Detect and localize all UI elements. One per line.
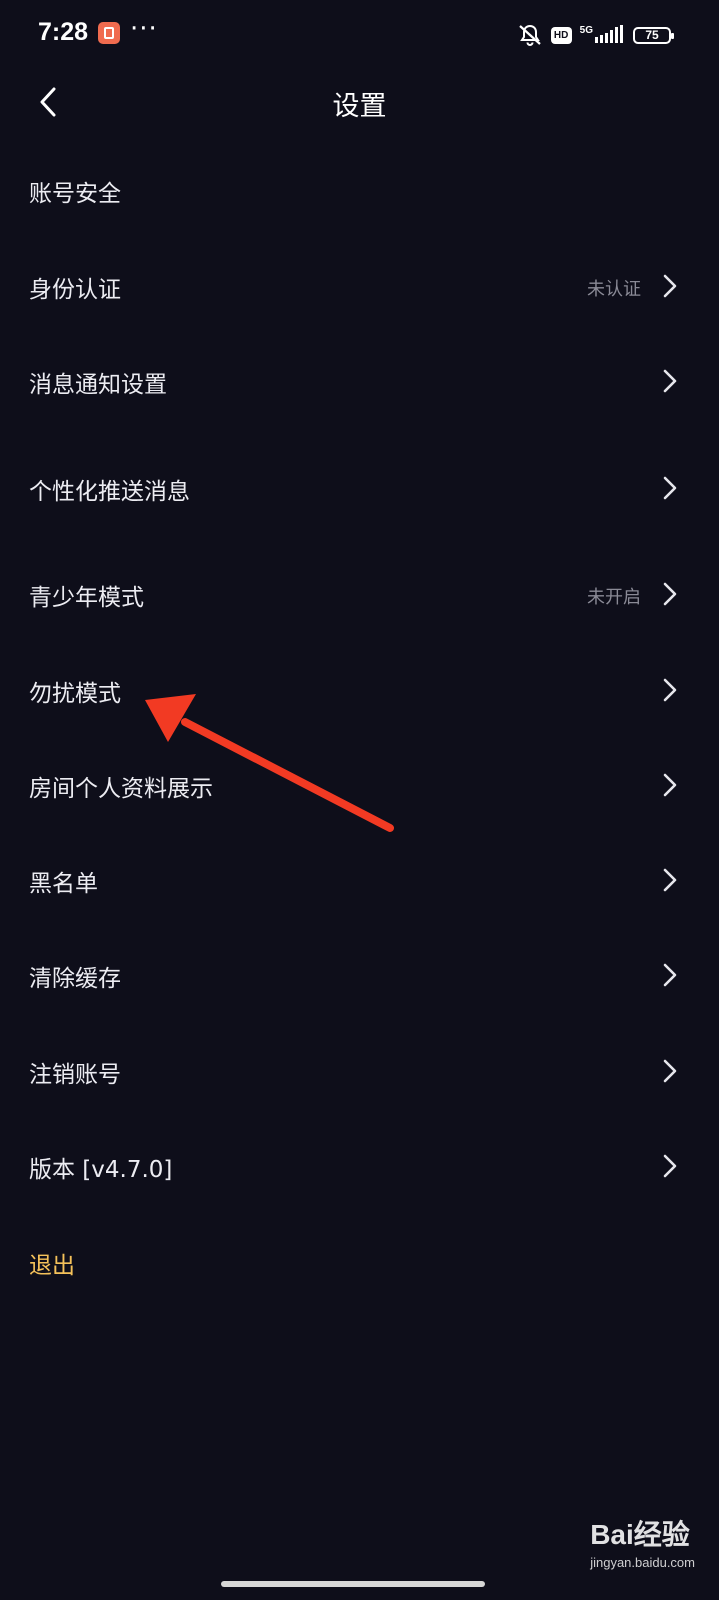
watermark: Bai经验 jingyan.baidu.com xyxy=(590,1513,695,1570)
top-bar: 设置 xyxy=(0,70,719,134)
signal-strength-icon xyxy=(595,25,625,45)
bell-off-icon xyxy=(517,23,543,47)
settings-item-label: 勿扰模式 xyxy=(29,681,121,707)
settings-item-teen-mode[interactable]: 青少年模式 未开启 xyxy=(0,564,719,624)
settings-item-label: 身份认证 xyxy=(29,277,121,303)
settings-item-personalized-push[interactable]: 个性化推送消息 xyxy=(0,458,719,518)
settings-item-room-profile-display[interactable]: 房间个人资料展示 xyxy=(0,755,719,815)
app-notification-icon xyxy=(98,22,120,44)
chevron-right-icon xyxy=(663,582,677,606)
chevron-right-icon xyxy=(663,963,677,987)
settings-item-label: 黑名单 xyxy=(29,871,98,897)
settings-item-label: 版本 [v4.7.0] xyxy=(29,1157,173,1183)
logout-button[interactable]: 退出 xyxy=(0,1232,719,1292)
settings-item-label: 青少年模式 xyxy=(29,585,144,611)
hd-voice-icon: HD xyxy=(550,26,572,44)
settings-item-label: 账号安全 xyxy=(29,181,121,207)
chevron-right-icon xyxy=(663,274,677,298)
settings-item-label: 清除缓存 xyxy=(29,966,121,992)
page-title: 设置 xyxy=(332,91,387,122)
settings-item-identity-verification[interactable]: 身份认证 未认证 xyxy=(0,256,719,316)
chevron-right-icon xyxy=(663,1154,677,1178)
network-type-label: 5G xyxy=(579,24,593,36)
chevron-right-icon xyxy=(663,369,677,393)
settings-item-account-security[interactable]: 账号安全 xyxy=(0,160,719,220)
status-icons: HD 5G 75 xyxy=(517,20,674,50)
chevron-right-icon xyxy=(663,476,677,500)
settings-item-label: 个性化推送消息 xyxy=(29,479,190,505)
chevron-right-icon xyxy=(663,1059,677,1083)
more-notifications-icon: ··· xyxy=(130,14,158,44)
settings-item-blacklist[interactable]: 黑名单 xyxy=(0,850,719,910)
logout-label: 退出 xyxy=(29,1253,75,1279)
settings-item-label: 消息通知设置 xyxy=(29,372,167,398)
settings-item-label: 房间个人资料展示 xyxy=(29,776,213,802)
home-indicator[interactable] xyxy=(221,1581,485,1587)
status-time: 7:28 xyxy=(38,18,89,46)
settings-item-clear-cache[interactable]: 清除缓存 xyxy=(0,945,719,1005)
chevron-right-icon xyxy=(663,678,677,702)
settings-item-status: 未认证 xyxy=(587,279,641,300)
battery-indicator: 75 xyxy=(633,26,674,44)
status-bar: 7:28 ··· HD 5G 75 xyxy=(0,0,719,70)
watermark-logo: Bai经验 xyxy=(590,1519,690,1550)
settings-item-do-not-disturb[interactable]: 勿扰模式 xyxy=(0,660,719,720)
watermark-url: jingyan.baidu.com xyxy=(590,1555,695,1570)
settings-item-label: 注销账号 xyxy=(29,1062,121,1088)
settings-item-version[interactable]: 版本 [v4.7.0] xyxy=(0,1136,719,1196)
settings-item-notifications[interactable]: 消息通知设置 xyxy=(0,351,719,411)
chevron-right-icon xyxy=(663,773,677,797)
settings-item-status: 未开启 xyxy=(587,587,641,608)
settings-item-delete-account[interactable]: 注销账号 xyxy=(0,1041,719,1101)
chevron-right-icon xyxy=(663,868,677,892)
